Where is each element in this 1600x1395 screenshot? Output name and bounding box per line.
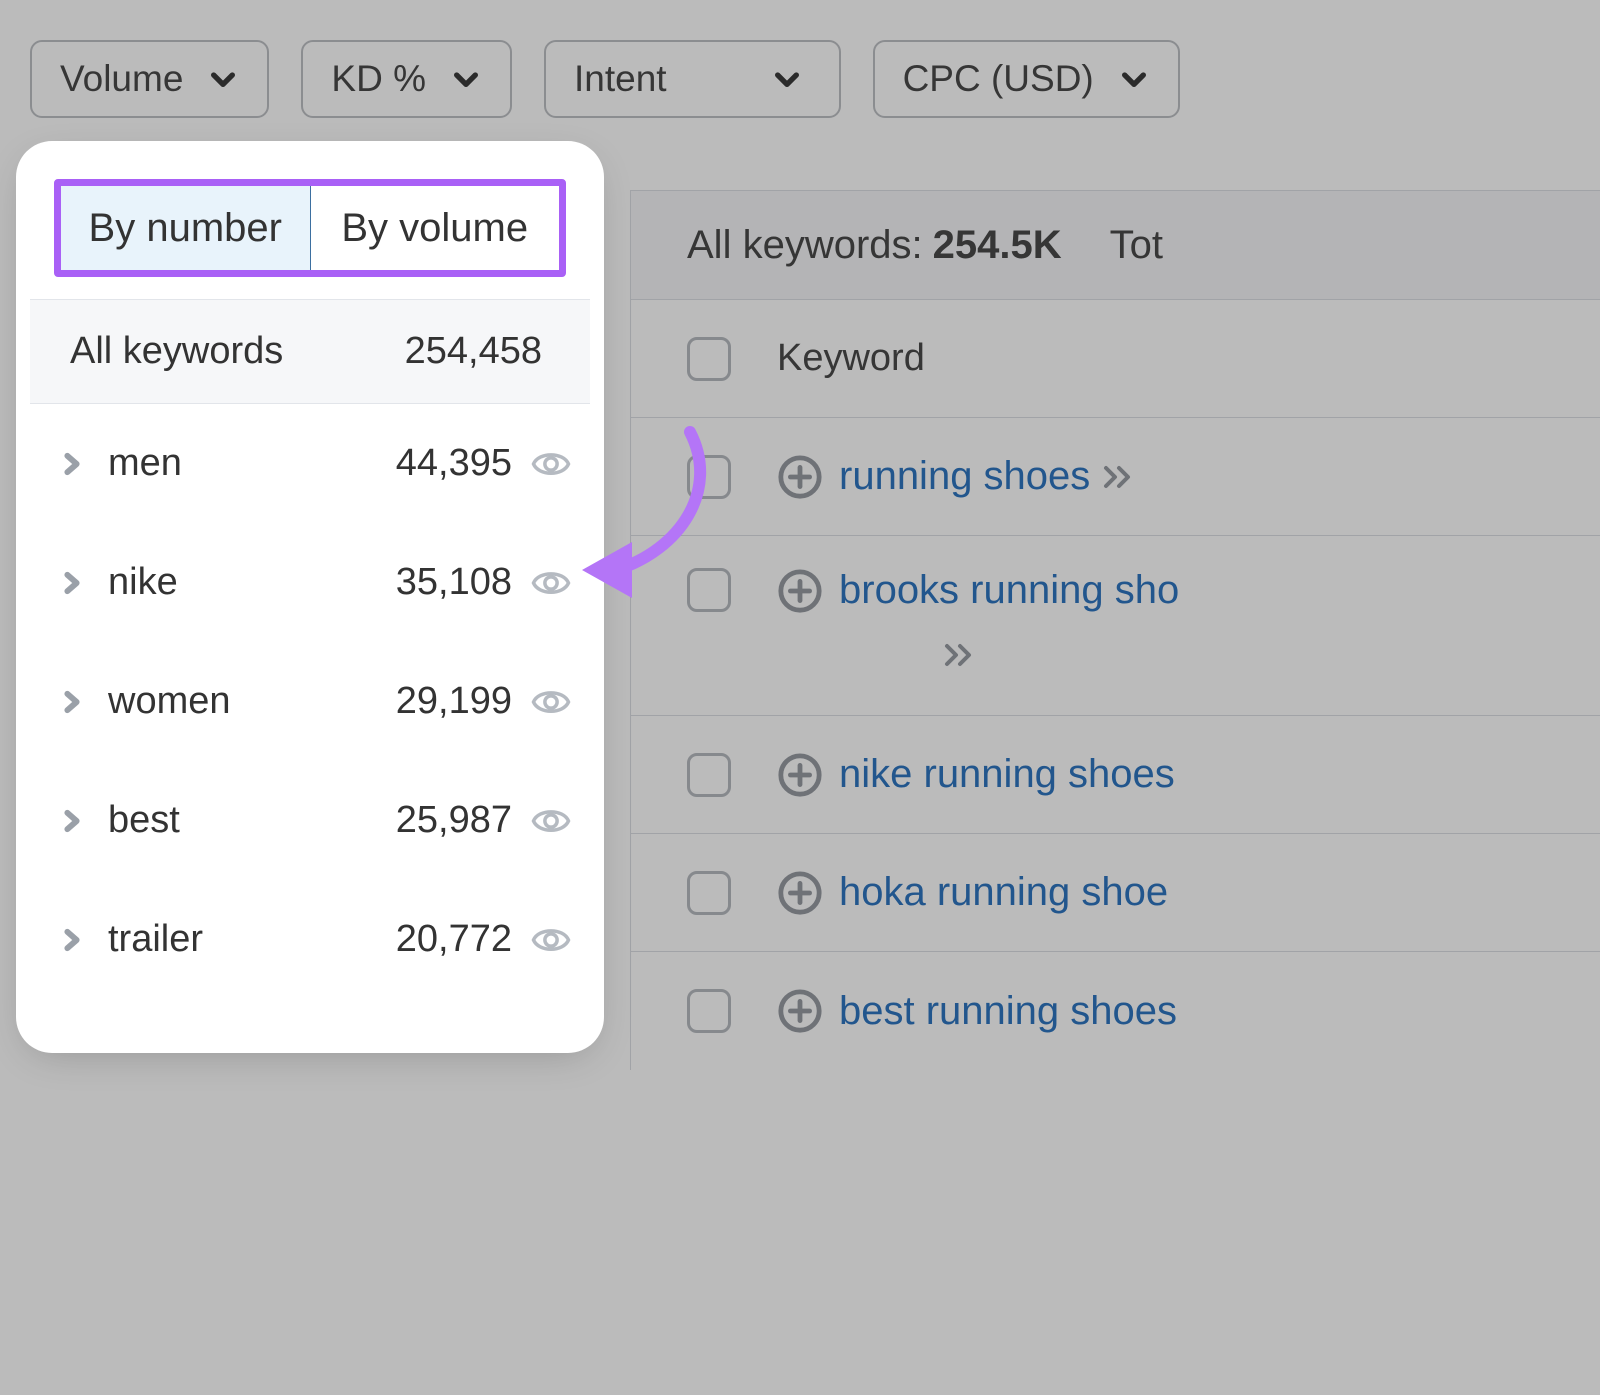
row-checkbox[interactable]: [687, 989, 731, 1033]
eye-icon[interactable]: [530, 562, 572, 604]
filter-bar: Volume KD % Intent CPC (USD): [30, 40, 1600, 118]
group-row: nike 35,108: [30, 523, 590, 642]
group-row: best 25,987: [30, 761, 590, 880]
group-label[interactable]: nike: [108, 561, 396, 604]
expand-icon[interactable]: [1102, 462, 1136, 492]
keyword-table-header: Keyword: [631, 300, 1600, 418]
table-row: hoka running shoe: [631, 834, 1600, 952]
eye-icon[interactable]: [530, 681, 572, 723]
group-row: men 44,395: [30, 404, 590, 523]
keyword-table: Keyword running shoes brooks running sho…: [630, 300, 1600, 1070]
table-row: running shoes: [631, 418, 1600, 536]
chevron-right-icon[interactable]: [58, 569, 86, 597]
add-icon[interactable]: [777, 988, 823, 1034]
chevron-right-icon[interactable]: [58, 688, 86, 716]
group-count: 25,987: [396, 799, 512, 842]
keyword-link[interactable]: nike running shoes: [839, 752, 1175, 797]
filter-kd[interactable]: KD %: [301, 40, 512, 118]
table-row: best running shoes: [631, 952, 1600, 1070]
chevron-right-icon[interactable]: [58, 926, 86, 954]
add-icon[interactable]: [777, 870, 823, 916]
panel-groups-list: men 44,395 nike 35,108 women 29,199 best…: [30, 404, 590, 1039]
chevron-down-icon: [1118, 63, 1150, 95]
eye-icon[interactable]: [530, 443, 572, 485]
group-label[interactable]: men: [108, 442, 396, 485]
eye-icon[interactable]: [530, 800, 572, 842]
row-checkbox[interactable]: [687, 753, 731, 797]
keyword-link[interactable]: brooks running sho: [839, 568, 1179, 612]
group-label[interactable]: women: [108, 680, 396, 723]
keyword-groups-panel: By number By volume All keywords 254,458…: [30, 155, 590, 1039]
filter-volume-label: Volume: [60, 58, 183, 100]
group-row: trailer 20,772: [30, 880, 590, 999]
chevron-right-icon[interactable]: [58, 807, 86, 835]
group-row: women 29,199: [30, 642, 590, 761]
filter-cpc-label: CPC (USD): [903, 58, 1094, 100]
group-label[interactable]: best: [108, 799, 396, 842]
column-keyword-label: Keyword: [777, 337, 925, 380]
panel-all-keywords-count: 254,458: [405, 330, 542, 373]
filter-kd-label: KD %: [331, 58, 426, 100]
table-row: nike running shoes: [631, 716, 1600, 834]
row-checkbox[interactable]: [687, 455, 731, 499]
group-count: 44,395: [396, 442, 512, 485]
filter-intent[interactable]: Intent: [544, 40, 841, 118]
select-all-checkbox[interactable]: [687, 337, 731, 381]
summary-count: 254.5K: [933, 223, 1062, 268]
expand-icon[interactable]: [943, 640, 977, 670]
keyword-link[interactable]: best running shoes: [839, 989, 1177, 1034]
tab-by-number[interactable]: By number: [61, 186, 311, 270]
chevron-down-icon: [207, 63, 239, 95]
summary-label: All keywords:: [687, 223, 923, 268]
group-count: 20,772: [396, 918, 512, 961]
chevron-right-icon[interactable]: [58, 450, 86, 478]
add-icon[interactable]: [777, 568, 823, 614]
tab-by-volume[interactable]: By volume: [311, 186, 560, 270]
table-row: brooks running sho: [631, 536, 1600, 716]
tab-switcher-highlight: By number By volume: [54, 179, 566, 277]
chevron-down-icon: [450, 63, 482, 95]
eye-icon[interactable]: [530, 919, 572, 961]
summary-strip: All keywords: 254.5K Tot: [630, 190, 1600, 300]
keyword-link[interactable]: running shoes: [839, 454, 1090, 499]
add-icon[interactable]: [777, 454, 823, 500]
group-count: 29,199: [396, 680, 512, 723]
row-checkbox[interactable]: [687, 568, 731, 612]
add-icon[interactable]: [777, 752, 823, 798]
filter-intent-label: Intent: [574, 58, 667, 100]
panel-all-keywords-label: All keywords: [70, 330, 283, 373]
group-label[interactable]: trailer: [108, 918, 396, 961]
filter-volume[interactable]: Volume: [30, 40, 269, 118]
keyword-link[interactable]: hoka running shoe: [839, 870, 1168, 915]
chevron-down-icon: [771, 63, 803, 95]
group-count: 35,108: [396, 561, 512, 604]
summary-total-label: Tot: [1110, 223, 1163, 268]
filter-cpc[interactable]: CPC (USD): [873, 40, 1180, 118]
row-checkbox[interactable]: [687, 871, 731, 915]
panel-all-keywords-row[interactable]: All keywords 254,458: [30, 299, 590, 404]
